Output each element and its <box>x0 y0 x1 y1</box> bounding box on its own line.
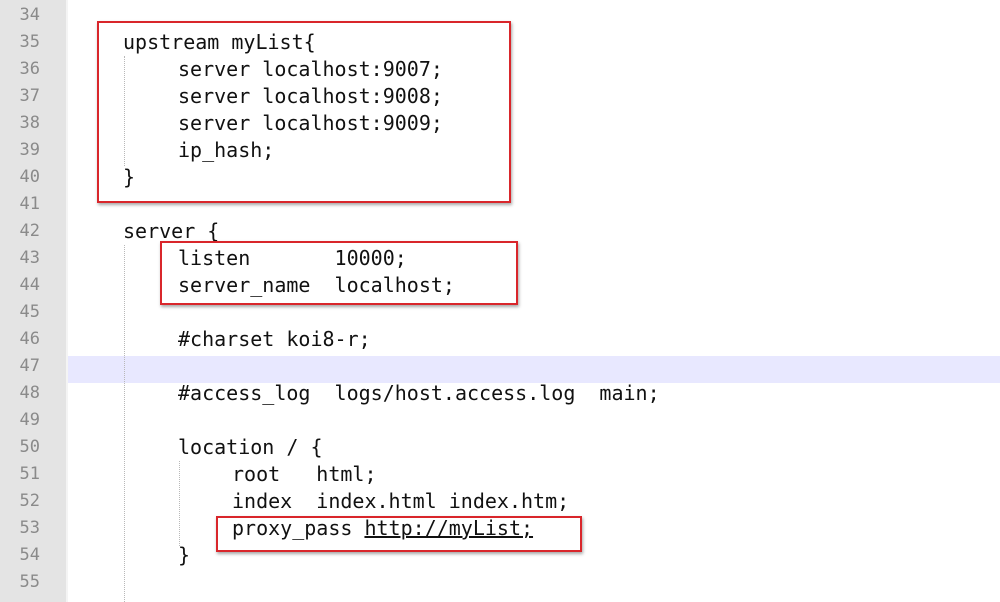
line-number-gutter: 34 35 36 37 38 39 40 41 42 43 44 45 46 4… <box>0 0 67 602</box>
line-number: 47 <box>19 356 40 376</box>
line-number: 39 <box>19 140 40 160</box>
line-number: 54 <box>19 545 40 565</box>
code-text: #access_log logs/host.access.log main; <box>178 381 660 405</box>
code-text: location / { <box>178 435 323 459</box>
line-number: 52 <box>19 491 40 511</box>
line-number: 46 <box>19 329 40 349</box>
line-number: 40 <box>19 167 40 187</box>
line-number: 49 <box>19 410 40 430</box>
line-number: 53 <box>19 518 40 538</box>
line-number: 35 <box>19 32 40 52</box>
line-number: 45 <box>19 302 40 322</box>
code-line[interactable]: #charset koi8-r; <box>68 326 1000 353</box>
line-number: 48 <box>19 383 40 403</box>
line-number: 41 <box>19 194 40 214</box>
line-number: 36 <box>19 59 40 79</box>
line-number: 38 <box>19 113 40 133</box>
line-number: 43 <box>19 248 40 268</box>
code-text: index index.html index.htm; <box>232 489 570 513</box>
line-number: 42 <box>19 221 40 241</box>
code-text: root html; <box>232 462 377 486</box>
line-number: 37 <box>19 86 40 106</box>
current-line-highlight[interactable] <box>68 356 1000 383</box>
line-number: 55 <box>19 572 40 592</box>
code-line[interactable]: location / { <box>68 434 1000 461</box>
code-line[interactable]: root html; <box>68 461 1000 488</box>
upstream-highlight-box <box>97 21 511 203</box>
line-number: 34 <box>19 5 40 25</box>
line-number: 51 <box>19 464 40 484</box>
line-number: 44 <box>19 275 40 295</box>
code-text: } <box>178 543 191 567</box>
proxy-pass-highlight-box <box>216 516 582 552</box>
listen-highlight-box <box>160 241 518 305</box>
code-line[interactable]: #access_log logs/host.access.log main; <box>68 380 1000 407</box>
code-editor[interactable]: 34 35 36 37 38 39 40 41 42 43 44 45 46 4… <box>0 0 1000 602</box>
line-number: 50 <box>19 437 40 457</box>
code-line[interactable]: index index.html index.htm; <box>68 488 1000 515</box>
code-text: #charset koi8-r; <box>178 327 371 351</box>
